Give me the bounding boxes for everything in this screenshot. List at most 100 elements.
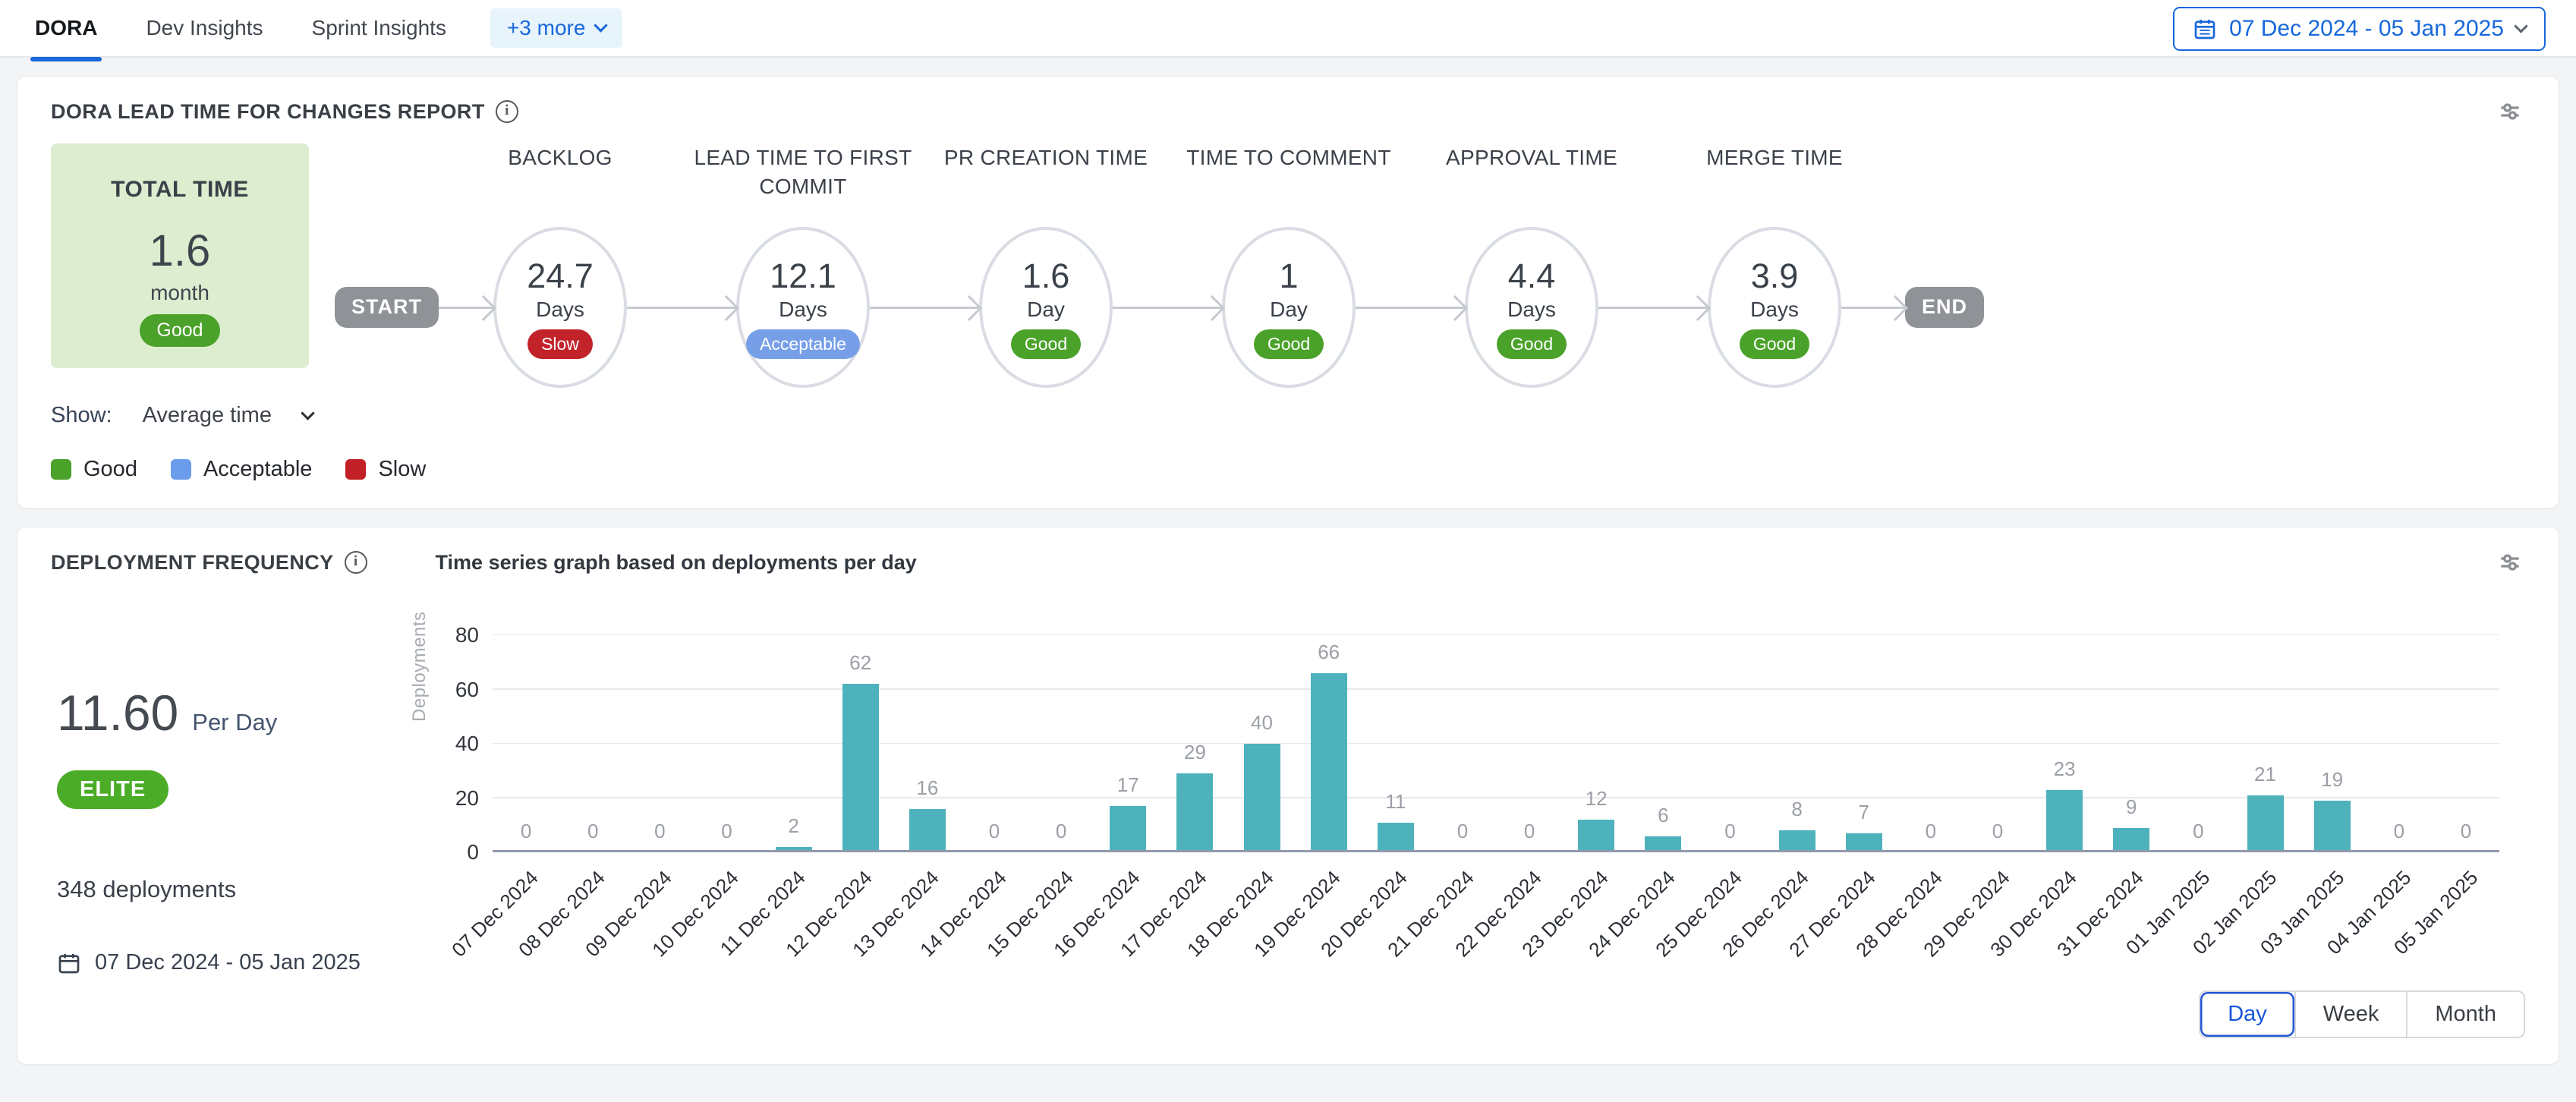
total-deployments: 348 deployments bbox=[57, 876, 408, 903]
stats-date-range-label: 07 Dec 2024 - 05 Jan 2025 bbox=[95, 950, 361, 975]
lead-time-flow: START BACKLOG 24.7 Days Slow LEAD TIME T… bbox=[335, 143, 1984, 388]
flow-arrow bbox=[627, 307, 736, 309]
more-tabs-label: +3 more bbox=[507, 16, 586, 40]
deployment-frequency-title: DEPLOYMENT FREQUENCY bbox=[51, 551, 334, 575]
bar-value-label: 0 bbox=[2193, 820, 2203, 843]
y-tick-label: 20 bbox=[455, 786, 479, 811]
stage-unit: Days bbox=[1507, 298, 1556, 322]
bar-value-label: 11 bbox=[1385, 790, 1406, 814]
y-tick-label: 40 bbox=[455, 732, 479, 756]
bar-value-label: 0 bbox=[521, 820, 531, 843]
stage-node[interactable]: 1 Day Good bbox=[1222, 227, 1356, 388]
bar-13-dec-2024[interactable] bbox=[909, 809, 946, 852]
bar-value-label: 0 bbox=[1056, 820, 1066, 843]
tab-sprint-insights[interactable]: Sprint Insights bbox=[307, 1, 451, 55]
chevron-down-icon[interactable] bbox=[301, 406, 314, 420]
more-tabs-button[interactable]: +3 more bbox=[490, 8, 623, 48]
legend-label: Acceptable bbox=[203, 457, 313, 482]
y-axis-title: Deployments bbox=[409, 611, 430, 722]
stage-pr-creation-time: PR CREATION TIME 1.6 Day Good bbox=[979, 143, 1113, 388]
flow-start-pill: START bbox=[335, 287, 439, 328]
gridline bbox=[493, 743, 2499, 745]
bar-12-dec-2024[interactable] bbox=[842, 684, 879, 852]
deployment-rate-unit: Per Day bbox=[192, 709, 277, 736]
chart-settings-icon[interactable] bbox=[2495, 96, 2525, 127]
bar-17-dec-2024[interactable] bbox=[1176, 773, 1213, 852]
total-time-box: TOTAL TIME 1.6 month Good bbox=[51, 143, 309, 368]
info-icon[interactable] bbox=[345, 551, 367, 574]
bar-value-label: 12 bbox=[1586, 787, 1608, 811]
total-time-unit: month bbox=[150, 281, 209, 305]
y-tick-label: 60 bbox=[455, 678, 479, 702]
stage-unit: Days bbox=[779, 298, 827, 322]
stage-node[interactable]: 12.1 Days Acceptable bbox=[736, 227, 870, 388]
stage-node[interactable]: 1.6 Day Good bbox=[979, 227, 1113, 388]
stage-node[interactable]: 4.4 Days Good bbox=[1465, 227, 1598, 388]
bar-value-label: 7 bbox=[1858, 801, 1869, 824]
stage-unit: Day bbox=[1027, 298, 1065, 322]
stage-unit: Days bbox=[536, 298, 584, 322]
bar-value-label: 0 bbox=[587, 820, 598, 843]
flow-arrow bbox=[870, 307, 979, 309]
y-tick-label: 80 bbox=[455, 623, 479, 647]
info-icon[interactable] bbox=[496, 100, 518, 123]
flow-arrow bbox=[1598, 307, 1708, 309]
stage-node[interactable]: 24.7 Days Slow bbox=[493, 227, 627, 388]
date-range-picker[interactable]: 07 Dec 2024 - 05 Jan 2025 bbox=[2173, 7, 2546, 51]
bar-16-dec-2024[interactable] bbox=[1110, 806, 1146, 852]
x-axis-labels: 07 Dec 202408 Dec 202409 Dec 202410 Dec … bbox=[493, 852, 2499, 986]
flow-end-pill: END bbox=[1905, 287, 1984, 328]
toggle-week[interactable]: Week bbox=[2294, 992, 2407, 1037]
plot-area: 0204060800000262160017294066110012608700… bbox=[493, 635, 2499, 852]
total-time-value: 1.6 bbox=[150, 225, 211, 276]
gridline bbox=[493, 797, 2499, 798]
gridline bbox=[493, 634, 2499, 636]
stage-time-to-comment: TIME TO COMMENT 1 Day Good bbox=[1222, 143, 1356, 388]
bar-18-dec-2024[interactable] bbox=[1244, 744, 1280, 852]
bar-value-label: 0 bbox=[2461, 820, 2471, 843]
calendar-icon bbox=[57, 951, 81, 975]
bar-31-dec-2024[interactable] bbox=[2113, 828, 2149, 852]
status-legend: Good Acceptable Slow bbox=[51, 457, 2525, 482]
bar-23-dec-2024[interactable] bbox=[1578, 820, 1614, 852]
bar-value-label: 23 bbox=[2054, 757, 2076, 781]
bar-30-dec-2024[interactable] bbox=[2046, 790, 2083, 852]
stage-merge-time: MERGE TIME 3.9 Days Good bbox=[1708, 143, 1841, 388]
legend-item-acceptable: Acceptable bbox=[171, 457, 313, 482]
status-badge: Good bbox=[140, 314, 219, 347]
bar-03-jan-2025[interactable] bbox=[2314, 801, 2351, 852]
bar-value-label: 0 bbox=[1992, 820, 2003, 843]
gridline bbox=[493, 688, 2499, 690]
tab-dora[interactable]: DORA bbox=[30, 1, 102, 55]
bar-value-label: 16 bbox=[916, 776, 938, 800]
stage-backlog: BACKLOG 24.7 Days Slow bbox=[493, 143, 627, 388]
status-badge: Slow bbox=[527, 329, 593, 359]
bar-20-dec-2024[interactable] bbox=[1378, 823, 1414, 852]
show-value-dropdown[interactable]: Average time bbox=[143, 403, 272, 428]
chart-settings-icon[interactable] bbox=[2495, 547, 2525, 578]
toggle-month[interactable]: Month bbox=[2406, 992, 2524, 1037]
stage-node[interactable]: 3.9 Days Good bbox=[1708, 227, 1841, 388]
stage-approval-time: APPROVAL TIME 4.4 Days Good bbox=[1465, 143, 1598, 388]
stage-name: APPROVAL TIME bbox=[1406, 143, 1657, 227]
bar-value-label: 0 bbox=[1724, 820, 1735, 843]
top-tab-bar: DORA Dev Insights Sprint Insights +3 mor… bbox=[0, 0, 2576, 58]
bar-26-dec-2024[interactable] bbox=[1779, 830, 1815, 852]
bar-value-label: 9 bbox=[2126, 795, 2137, 819]
status-badge: Good bbox=[1497, 329, 1567, 359]
deployment-chart: Deployments 0204060800000262160017294066… bbox=[408, 600, 2525, 986]
status-badge: Good bbox=[1740, 329, 1809, 359]
date-range-label: 07 Dec 2024 - 05 Jan 2025 bbox=[2229, 16, 2504, 42]
chevron-down-icon bbox=[2514, 19, 2527, 33]
bar-value-label: 0 bbox=[654, 820, 665, 843]
legend-swatch-slow bbox=[345, 459, 366, 480]
tab-dev-insights[interactable]: Dev Insights bbox=[141, 1, 267, 55]
toggle-day[interactable]: Day bbox=[2200, 992, 2294, 1037]
calendar-icon bbox=[2193, 17, 2217, 41]
total-time-label: TOTAL TIME bbox=[111, 177, 249, 203]
stage-value: 24.7 bbox=[527, 257, 594, 296]
status-badge: Good bbox=[1254, 329, 1324, 359]
status-badge: Good bbox=[1011, 329, 1081, 359]
bar-02-jan-2025[interactable] bbox=[2247, 795, 2284, 852]
bar-19-dec-2024[interactable] bbox=[1311, 673, 1347, 852]
